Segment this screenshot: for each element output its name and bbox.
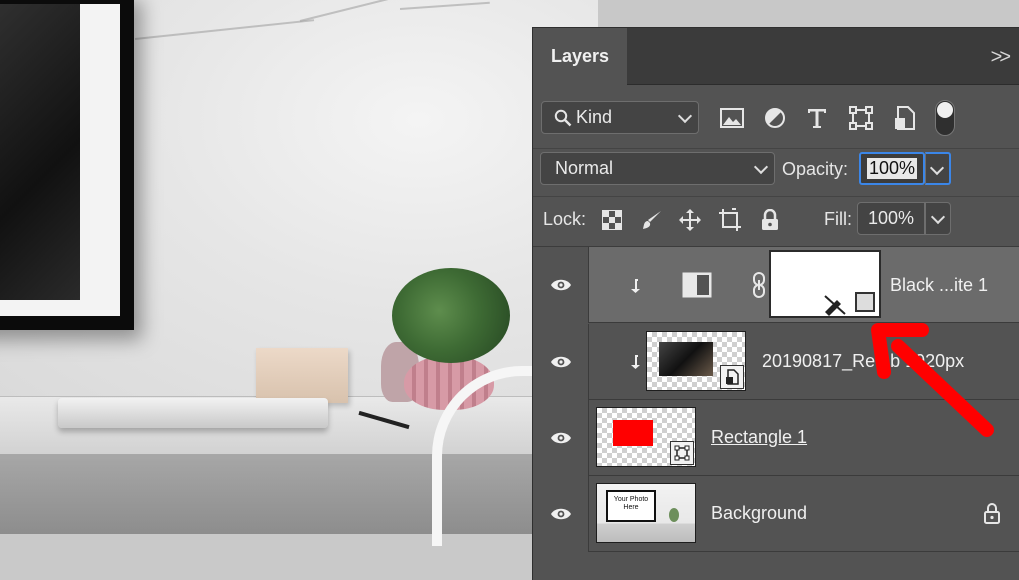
picture-frame	[0, 0, 134, 330]
adjustment-layer-icon	[682, 272, 712, 298]
opacity-input[interactable]: 100%	[859, 152, 925, 185]
chevron-down-icon	[677, 108, 693, 124]
chevron-down-icon	[753, 159, 769, 175]
lock-row: Lock: Fill: 100%	[533, 197, 1019, 247]
blend-mode-select[interactable]: Normal	[540, 152, 775, 185]
panel-tab-bar: Layers >>	[533, 28, 1019, 85]
lock-transparent-pixels-icon[interactable]	[600, 208, 624, 232]
potted-plant	[392, 268, 510, 363]
search-icon	[554, 109, 572, 126]
link-icon[interactable]	[752, 272, 766, 298]
mockup-frame-preview: Your Photo Here	[606, 490, 656, 522]
opacity-value: 100%	[866, 158, 918, 179]
visibility-toggle[interactable]	[533, 324, 589, 400]
layer-thumbnail[interactable]	[596, 407, 696, 467]
tab-layers[interactable]: Layers	[533, 28, 627, 85]
fill-label: Fill:	[824, 209, 852, 229]
mask-badge-icon	[855, 292, 875, 312]
filter-kind-label: Kind	[576, 107, 613, 127]
fill-dropdown-button[interactable]	[925, 202, 951, 235]
plant-preview	[669, 508, 679, 522]
lock-all-icon[interactable]	[758, 208, 782, 232]
layer-thumbnail[interactable]: Your Photo Here	[596, 483, 696, 543]
document-canvas[interactable]	[0, 0, 598, 580]
framed-photo	[0, 4, 80, 300]
lock-label: Lock:	[543, 209, 587, 229]
layers-panel: Layers >> Kind Normal Opacity: 100% Lock…	[532, 27, 1019, 580]
visibility-toggle[interactable]	[533, 247, 589, 323]
rectangle-preview	[613, 420, 653, 446]
smart-object-filter-icon[interactable]	[892, 105, 918, 131]
layer-row-background[interactable]: Your Photo Here Background	[533, 476, 1019, 552]
wall-crack	[299, 0, 407, 22]
visibility-toggle[interactable]	[533, 400, 589, 476]
thumbnail-text: Your Photo Here	[613, 496, 649, 511]
layer-thumbnail[interactable]	[646, 331, 746, 391]
image-filter-icon[interactable]	[719, 105, 745, 131]
blend-row: Normal Opacity: 100%	[533, 149, 1019, 197]
eye-icon	[550, 279, 571, 291]
lock-position-icon[interactable]	[678, 208, 702, 232]
layer-filter-row: Kind	[533, 93, 1019, 149]
adjustment-filter-icon[interactable]	[762, 105, 788, 131]
shape-badge-icon	[670, 441, 694, 465]
blend-mode-value: Normal	[555, 158, 614, 178]
lock-icon[interactable]	[983, 502, 1001, 524]
layer-name[interactable]: Rectangle 1	[711, 427, 807, 448]
laptop	[58, 398, 328, 428]
lock-artboard-icon[interactable]	[718, 208, 742, 232]
shape-filter-icon[interactable]	[848, 105, 874, 131]
filter-toggle-switch[interactable]	[935, 100, 955, 136]
eye-icon	[550, 356, 571, 368]
chevron-down-icon	[929, 160, 945, 176]
wall-crack	[134, 19, 315, 40]
opacity-label: Opacity:	[782, 159, 849, 179]
opacity-dropdown-button[interactable]	[925, 152, 951, 185]
photoshop-window: Layers >> Kind Normal Opacity: 100% Lock…	[0, 0, 1019, 580]
wall-crack	[399, 1, 490, 10]
layer-row-photo[interactable]: 20190817_Re...b 1920px	[533, 324, 1019, 400]
clipping-arrow-icon	[631, 279, 640, 293]
panel-collapse-button[interactable]: >>	[991, 46, 1011, 69]
layer-name[interactable]: 20190817_Re...b 1920px	[762, 351, 964, 372]
mouse-cursor-icon	[824, 295, 846, 316]
layer-name[interactable]: Black ...ite 1	[890, 275, 988, 296]
layer-mask-thumbnail[interactable]	[769, 250, 881, 318]
fill-input[interactable]: 100%	[857, 202, 925, 235]
lock-image-pixels-icon[interactable]	[640, 208, 664, 232]
cardboard-box	[256, 348, 348, 403]
eye-icon	[550, 508, 571, 520]
frame-mat	[0, 4, 120, 316]
layer-name[interactable]: Background	[711, 503, 807, 524]
type-filter-icon[interactable]	[804, 105, 830, 131]
visibility-toggle[interactable]	[533, 476, 589, 552]
smart-object-badge-icon	[720, 365, 744, 389]
layer-row-rectangle[interactable]: Rectangle 1	[533, 400, 1019, 476]
photo-preview	[659, 342, 713, 376]
filter-kind-select[interactable]: Kind	[541, 101, 699, 134]
clipping-arrow-icon	[631, 355, 640, 369]
layer-row-black-white[interactable]: Black ...ite 1	[533, 247, 1019, 323]
eye-icon	[550, 432, 571, 444]
chevron-down-icon	[930, 209, 946, 225]
